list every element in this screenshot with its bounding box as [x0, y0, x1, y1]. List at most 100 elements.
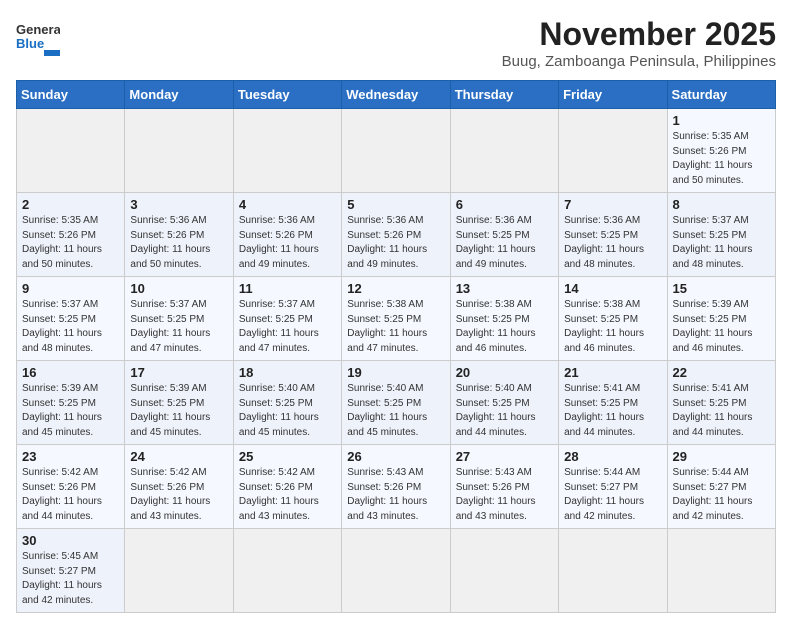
- calendar-cell: 25Sunrise: 5:42 AMSunset: 5:26 PMDayligh…: [233, 445, 341, 529]
- day-number: 28: [564, 449, 661, 464]
- day-number: 20: [456, 365, 553, 380]
- weekday-header-friday: Friday: [559, 81, 667, 109]
- calendar-week-row: 23Sunrise: 5:42 AMSunset: 5:26 PMDayligh…: [17, 445, 776, 529]
- calendar-cell: 13 Sunrise: 5:38 AMSunset: 5:25 PMDayligh…: [450, 277, 558, 361]
- calendar-cell: 24 Sunrise: 5:42 AMSunset: 5:26 PMDayligh…: [125, 445, 233, 529]
- calendar-cell: 20Sunrise: 5:40 AMSunset: 5:25 PMDayligh…: [450, 361, 558, 445]
- day-info: Sunrise: 5:38 AMSunset: 5:25 PMDaylight:…: [564, 298, 661, 356]
- calendar-cell: 7 Sunrise: 5:36 AMSunset: 5:25 PMDaylight…: [559, 193, 667, 277]
- calendar-cell: 18 Sunrise: 5:40 AMSunset: 5:25 PMDayligh…: [233, 361, 341, 445]
- svg-text:General: General: [16, 22, 60, 37]
- day-info: Sunrise: 5:45 AMSunset: 5:27 PMDaylight:…: [22, 550, 119, 608]
- day-info: Sunrise: 5:39 AMSunset: 5:25 PMDaylight:…: [130, 382, 227, 440]
- page-header: General Blue November 2025 Buug, Zamboan…: [16, 16, 776, 70]
- day-number: 18: [239, 365, 336, 380]
- calendar-cell: 27Sunrise: 5:43 AMSunset: 5:26 PMDayligh…: [450, 445, 558, 529]
- day-number: 27: [456, 449, 553, 464]
- svg-text:Blue: Blue: [16, 36, 44, 51]
- day-info: Sunrise: 5:38 AMSunset: 5:25 PMDaylight:…: [456, 298, 553, 356]
- calendar-body: 1 Sunrise: 5:35 AMSunset: 5:26 PMDaylight…: [17, 109, 776, 613]
- calendar-cell: [450, 529, 558, 613]
- calendar-cell: 9 Sunrise: 5:37 AMSunset: 5:25 PMDaylight…: [17, 277, 125, 361]
- day-number: 24: [130, 449, 227, 464]
- logo-icon: General Blue: [16, 16, 60, 56]
- day-number: 4: [239, 197, 336, 212]
- location-title: Buug, Zamboanga Peninsula, Philippines: [502, 53, 776, 70]
- day-info: Sunrise: 5:37 AMSunset: 5:25 PMDaylight:…: [239, 298, 336, 356]
- calendar-cell: 15 Sunrise: 5:39 AMSunset: 5:25 PMDayligh…: [667, 277, 775, 361]
- calendar-cell: 3Sunrise: 5:36 AMSunset: 5:26 PMDaylight…: [125, 193, 233, 277]
- calendar-cell: [125, 529, 233, 613]
- day-number: 22: [673, 365, 770, 380]
- day-number: 3: [130, 197, 227, 212]
- day-info: Sunrise: 5:35 AMSunset: 5:26 PMDaylight:…: [22, 214, 119, 272]
- weekday-header-thursday: Thursday: [450, 81, 558, 109]
- calendar-table: SundayMondayTuesdayWednesdayThursdayFrid…: [16, 80, 776, 613]
- calendar-cell: 12Sunrise: 5:38 AMSunset: 5:25 PMDayligh…: [342, 277, 450, 361]
- calendar-cell: 26Sunrise: 5:43 AMSunset: 5:26 PMDayligh…: [342, 445, 450, 529]
- day-number: 5: [347, 197, 444, 212]
- calendar-week-row: 9 Sunrise: 5:37 AMSunset: 5:25 PMDaylight…: [17, 277, 776, 361]
- day-info: Sunrise: 5:37 AMSunset: 5:25 PMDaylight:…: [673, 214, 770, 272]
- day-info: Sunrise: 5:39 AMSunset: 5:25 PMDaylight:…: [22, 382, 119, 440]
- day-number: 11: [239, 281, 336, 296]
- calendar-week-row: 2 Sunrise: 5:35 AMSunset: 5:26 PMDaylight…: [17, 193, 776, 277]
- calendar-cell: 14Sunrise: 5:38 AMSunset: 5:25 PMDayligh…: [559, 277, 667, 361]
- day-info: Sunrise: 5:36 AMSunset: 5:26 PMDaylight:…: [347, 214, 444, 272]
- calendar-cell: 22 Sunrise: 5:41 AMSunset: 5:25 PMDayligh…: [667, 361, 775, 445]
- calendar-cell: [342, 529, 450, 613]
- calendar-header-row: SundayMondayTuesdayWednesdayThursdayFrid…: [17, 81, 776, 109]
- calendar-week-row: 1Sunrise: 5:35 AMSunset: 5:26 PMDaylight…: [17, 109, 776, 193]
- calendar-cell: [233, 109, 341, 193]
- calendar-cell: 11 Sunrise: 5:37 AMSunset: 5:25 PMDayligh…: [233, 277, 341, 361]
- calendar-cell: 8Sunrise: 5:37 AMSunset: 5:25 PMDaylight…: [667, 193, 775, 277]
- day-info: Sunrise: 5:44 AMSunset: 5:27 PMDaylight:…: [564, 466, 661, 524]
- calendar-cell: [450, 109, 558, 193]
- day-info: Sunrise: 5:40 AMSunset: 5:25 PMDaylight:…: [239, 382, 336, 440]
- day-number: 13: [456, 281, 553, 296]
- day-info: Sunrise: 5:42 AMSunset: 5:26 PMDaylight:…: [130, 466, 227, 524]
- calendar-cell: 23Sunrise: 5:42 AMSunset: 5:26 PMDayligh…: [17, 445, 125, 529]
- day-info: Sunrise: 5:36 AMSunset: 5:26 PMDaylight:…: [239, 214, 336, 272]
- weekday-header-sunday: Sunday: [17, 81, 125, 109]
- day-number: 21: [564, 365, 661, 380]
- calendar-cell: 30 Sunrise: 5:45 AMSunset: 5:27 PMDayligh…: [17, 529, 125, 613]
- day-number: 15: [673, 281, 770, 296]
- day-info: Sunrise: 5:36 AMSunset: 5:25 PMDaylight:…: [564, 214, 661, 272]
- day-number: 30: [22, 533, 119, 548]
- day-number: 1: [673, 113, 770, 128]
- day-number: 10: [130, 281, 227, 296]
- calendar-cell: [559, 109, 667, 193]
- calendar-cell: [667, 529, 775, 613]
- weekday-header-wednesday: Wednesday: [342, 81, 450, 109]
- calendar-cell: 10Sunrise: 5:37 AMSunset: 5:25 PMDayligh…: [125, 277, 233, 361]
- calendar-cell: 1Sunrise: 5:35 AMSunset: 5:26 PMDaylight…: [667, 109, 775, 193]
- calendar-cell: 16Sunrise: 5:39 AMSunset: 5:25 PMDayligh…: [17, 361, 125, 445]
- calendar-cell: 29 Sunrise: 5:44 AMSunset: 5:27 PMDayligh…: [667, 445, 775, 529]
- calendar-cell: 2 Sunrise: 5:35 AMSunset: 5:26 PMDaylight…: [17, 193, 125, 277]
- day-number: 29: [673, 449, 770, 464]
- calendar-cell: [342, 109, 450, 193]
- calendar-cell: 28 Sunrise: 5:44 AMSunset: 5:27 PMDayligh…: [559, 445, 667, 529]
- calendar-cell: [559, 529, 667, 613]
- day-number: 6: [456, 197, 553, 212]
- weekday-header-saturday: Saturday: [667, 81, 775, 109]
- calendar-cell: 4 Sunrise: 5:36 AMSunset: 5:26 PMDaylight…: [233, 193, 341, 277]
- day-number: 2: [22, 197, 119, 212]
- calendar-week-row: 16Sunrise: 5:39 AMSunset: 5:25 PMDayligh…: [17, 361, 776, 445]
- day-info: Sunrise: 5:44 AMSunset: 5:27 PMDaylight:…: [673, 466, 770, 524]
- calendar-cell: 5 Sunrise: 5:36 AMSunset: 5:26 PMDaylight…: [342, 193, 450, 277]
- day-info: Sunrise: 5:39 AMSunset: 5:25 PMDaylight:…: [673, 298, 770, 356]
- calendar-cell: 6Sunrise: 5:36 AMSunset: 5:25 PMDaylight…: [450, 193, 558, 277]
- day-number: 17: [130, 365, 227, 380]
- day-info: Sunrise: 5:41 AMSunset: 5:25 PMDaylight:…: [564, 382, 661, 440]
- day-number: 9: [22, 281, 119, 296]
- day-number: 7: [564, 197, 661, 212]
- calendar-cell: 17 Sunrise: 5:39 AMSunset: 5:25 PMDayligh…: [125, 361, 233, 445]
- day-info: Sunrise: 5:37 AMSunset: 5:25 PMDaylight:…: [22, 298, 119, 356]
- weekday-header-monday: Monday: [125, 81, 233, 109]
- month-title: November 2025: [502, 16, 776, 53]
- calendar-week-row: 30 Sunrise: 5:45 AMSunset: 5:27 PMDayligh…: [17, 529, 776, 613]
- day-info: Sunrise: 5:41 AMSunset: 5:25 PMDaylight:…: [673, 382, 770, 440]
- day-info: Sunrise: 5:42 AMSunset: 5:26 PMDaylight:…: [22, 466, 119, 524]
